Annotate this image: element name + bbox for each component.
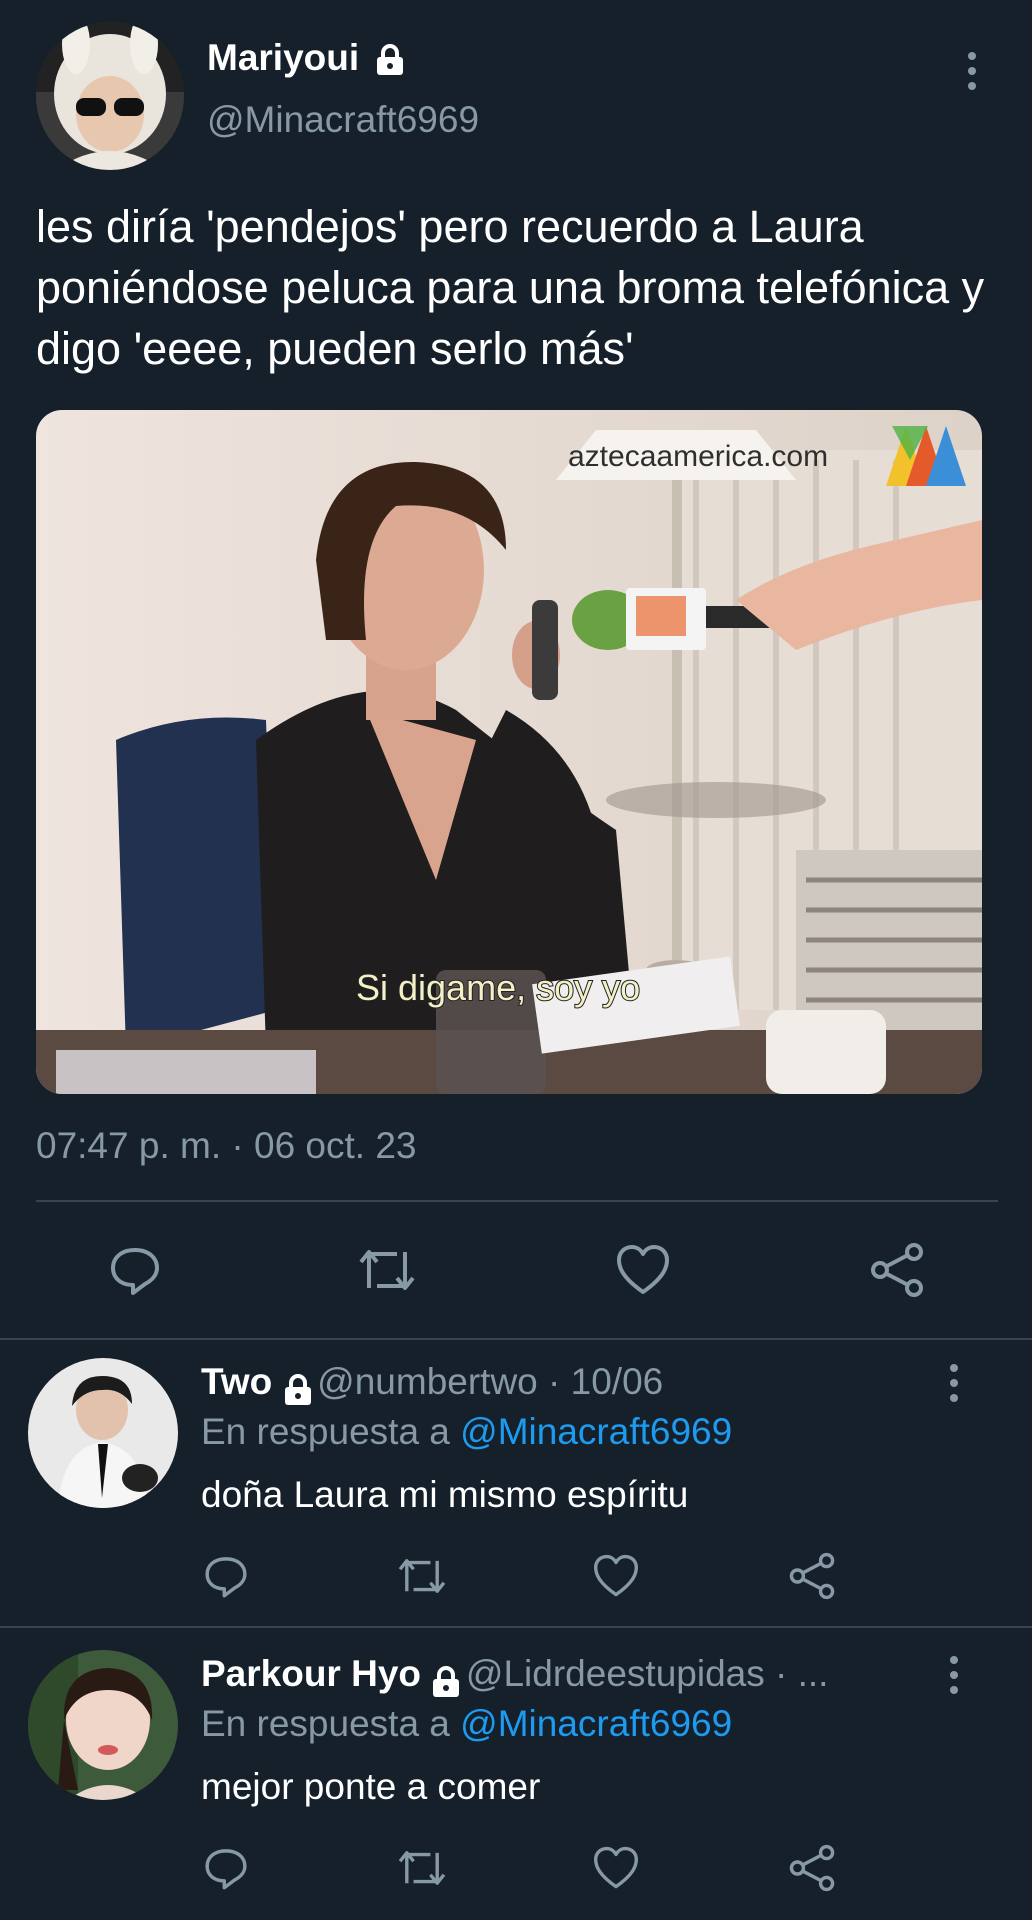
author-name[interactable]: Mariyoui: [207, 36, 405, 80]
author-handle[interactable]: @Minacraft6969: [207, 98, 479, 142]
divider: [36, 1200, 998, 1202]
retweet-button[interactable]: [392, 1548, 452, 1604]
tweet-timestamp: 07:47 p. m. · 06 oct. 23: [36, 1125, 417, 1166]
more-options-icon[interactable]: [946, 1364, 962, 1402]
reply-button[interactable]: [196, 1548, 256, 1604]
share-icon: [789, 1552, 835, 1600]
reply-handle-date[interactable]: @numbertwo · 10/06: [317, 1361, 663, 1402]
retweet-icon: [398, 1559, 446, 1593]
share-button[interactable]: [782, 1840, 842, 1896]
reply-text: mejor ponte a comer: [201, 1766, 541, 1807]
lock-icon: [377, 44, 404, 76]
reply-button[interactable]: [196, 1840, 256, 1896]
lock-icon: [433, 1665, 460, 1697]
retweet-icon: [359, 1250, 415, 1290]
author-avatar[interactable]: [36, 22, 184, 170]
like-button[interactable]: [608, 1240, 678, 1300]
replying-to: En respuesta a @Minacraft6969: [201, 1702, 732, 1746]
replying-to-mention[interactable]: @Minacraft6969: [460, 1703, 732, 1744]
avatar-image: [28, 1650, 178, 1800]
replying-to-label: En respuesta a: [201, 1411, 461, 1452]
divider: [0, 1626, 1032, 1628]
replying-to-label: En respuesta a: [201, 1703, 461, 1744]
retweet-icon: [398, 1851, 446, 1885]
share-icon: [789, 1844, 835, 1892]
media-image: aztecaamerica.com Si digame, soy yo: [36, 410, 982, 1094]
share-icon: [871, 1243, 923, 1297]
media-watermark: aztecaamerica.com: [568, 440, 828, 473]
more-options-icon[interactable]: [946, 1656, 962, 1694]
retweet-button[interactable]: [392, 1840, 452, 1896]
like-button[interactable]: [586, 1548, 646, 1604]
more-options-icon[interactable]: [964, 52, 980, 90]
avatar-image: [28, 1358, 178, 1508]
like-button[interactable]: [586, 1840, 646, 1896]
lock-icon: [284, 1373, 311, 1405]
share-button[interactable]: [782, 1548, 842, 1604]
reply-display-name[interactable]: Parkour Hyo: [201, 1653, 421, 1694]
reply-header: Parkour Hyo @Lidrdeestupidas · ...: [201, 1652, 828, 1698]
like-icon: [617, 1245, 669, 1294]
replying-to: En respuesta a @Minacraft6969: [201, 1410, 732, 1454]
reply-header: Two @numbertwo · 10/06: [201, 1360, 663, 1406]
share-button[interactable]: [862, 1240, 932, 1300]
tweet-media[interactable]: aztecaamerica.com Si digame, soy yo: [36, 410, 982, 1094]
avatar-image: [36, 22, 184, 170]
retweet-button[interactable]: [352, 1240, 422, 1300]
reply-handle-date[interactable]: @Lidrdeestupidas · ...: [466, 1653, 829, 1694]
reply-icon: [111, 1248, 159, 1295]
reply-button[interactable]: [100, 1240, 170, 1300]
reply-text: doña Laura mi mismo espíritu: [201, 1474, 689, 1515]
media-subtitle: Si digame, soy yo: [356, 967, 640, 1008]
author-display-name: Mariyoui: [207, 37, 360, 78]
reply-display-name[interactable]: Two: [201, 1361, 272, 1402]
like-icon: [593, 1846, 638, 1889]
reply-icon: [205, 1557, 247, 1598]
reply-avatar[interactable]: [28, 1650, 178, 1800]
divider: [0, 1338, 1032, 1340]
reply-avatar[interactable]: [28, 1358, 178, 1508]
reply-icon: [205, 1849, 247, 1890]
replying-to-mention[interactable]: @Minacraft6969: [460, 1411, 732, 1452]
tweet-text: les diría 'pendejos' pero recuerdo a Lau…: [36, 201, 985, 374]
like-icon: [593, 1554, 638, 1597]
